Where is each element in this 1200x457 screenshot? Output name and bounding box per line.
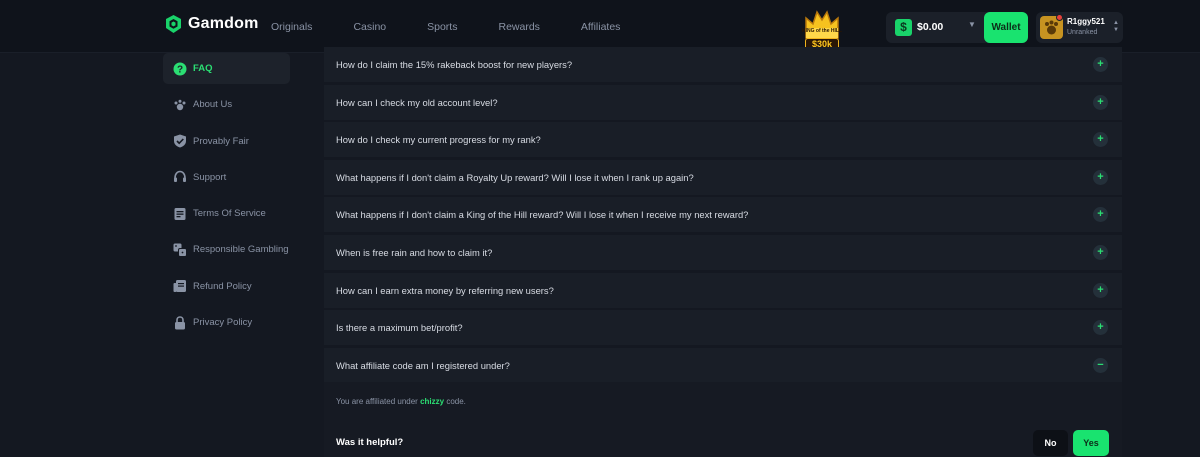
faq-item[interactable]: What happens if I don't claim a Royalty …	[324, 159, 1122, 195]
faq-question: How can I earn extra money by referring …	[336, 284, 554, 296]
sidebar-item-privacy-policy[interactable]: Privacy Policy	[163, 307, 290, 338]
faq-question: Is there a maximum bet/profit?	[336, 322, 463, 334]
plus-icon[interactable]: +	[1093, 320, 1108, 336]
question-circle-icon: ?	[173, 62, 187, 76]
username: R1ggy521	[1067, 17, 1105, 26]
user-rank: Unranked	[1067, 29, 1098, 36]
affiliate-code: chizzy	[420, 397, 445, 406]
promo-label: KING of the HILL	[802, 28, 842, 34]
faq-question: When is free rain and how to claim it?	[336, 246, 493, 258]
faq-item[interactable]: What happens if I don't claim a King of …	[324, 197, 1122, 233]
brand-logo[interactable]: Gamdom	[166, 15, 259, 33]
chevron-down-icon[interactable]: ▼	[968, 20, 976, 29]
answer-text: You are affiliated under chizzy code.	[336, 397, 466, 406]
nav-originals[interactable]: Originals	[271, 21, 312, 33]
faq-question: What happens if I don't claim a King of …	[336, 209, 749, 221]
plus-icon[interactable]: +	[1093, 169, 1108, 185]
dollar-icon: $	[895, 19, 912, 36]
wallet-button[interactable]: Wallet	[984, 12, 1028, 43]
sidebar-item-terms-of-service[interactable]: Terms Of Service	[163, 198, 290, 229]
sidebar-item-about-us[interactable]: About Us	[163, 89, 290, 120]
faq-question: What affiliate code am I registered unde…	[336, 359, 510, 371]
helpful-label: Was it helpful?	[336, 437, 404, 448]
nav-sports[interactable]: Sports	[427, 21, 457, 33]
sidebar-item-label: Privacy Policy	[193, 317, 253, 329]
gamdom-logo-icon	[166, 15, 181, 33]
lock-icon	[173, 315, 187, 330]
user-menu[interactable]: R1ggy521 Unranked ▲ ▼	[1036, 12, 1123, 43]
document-icon	[173, 207, 187, 221]
sidebar-item-provably-fair[interactable]: Provably Fair	[163, 126, 290, 157]
sidebar-item-label: FAQ	[193, 63, 213, 74]
plus-icon[interactable]: +	[1093, 282, 1108, 298]
faq-question: What happens if I don't claim a Royalty …	[336, 171, 694, 183]
headset-icon	[173, 170, 187, 184]
faq-item[interactable]: How can I check my old account level? +	[324, 84, 1122, 120]
answer-suffix: code.	[446, 397, 466, 406]
faq-item-expanded[interactable]: What affiliate code am I registered unde…	[324, 347, 1122, 383]
sidebar-item-label: Support	[193, 171, 227, 183]
plus-icon[interactable]: +	[1093, 132, 1108, 148]
dice-icon	[173, 243, 187, 257]
helpful-button[interactable]: Yes	[1073, 430, 1109, 456]
faq-list: How do I claim the 15% rakeback boost fo…	[324, 47, 1122, 385]
brand-name: Gamdom	[188, 15, 259, 32]
sidebar-item-faq[interactable]: ? FAQ	[163, 53, 290, 84]
sidebar-item-label: Responsible Gambling	[193, 244, 289, 256]
king-of-the-hill-promo[interactable]: KING of the HILL $30k	[801, 8, 843, 50]
minus-icon[interactable]: −	[1093, 357, 1108, 373]
balance-amount: $0.00	[917, 21, 944, 33]
notification-dot	[1056, 14, 1063, 21]
help-sidebar: ? FAQ About Us Provably Fair Support Ter…	[163, 53, 290, 343]
answer-prefix: You are affiliated under	[336, 397, 418, 406]
nav-rewards[interactable]: Rewards	[498, 21, 539, 33]
sidebar-item-label: Refund Policy	[193, 280, 252, 292]
sidebar-item-support[interactable]: Support	[163, 162, 290, 193]
faq-item[interactable]: How can I earn extra money by referring …	[324, 272, 1122, 308]
crown-icon	[805, 10, 839, 39]
faq-answer: You are affiliated under chizzy code. Wa…	[324, 382, 1122, 457]
wallet-balance-box[interactable]: $ $0.00 ▼ Wallet	[886, 12, 1028, 43]
faq-item[interactable]: Is there a maximum bet/profit? +	[324, 310, 1122, 346]
faq-item[interactable]: When is free rain and how to claim it? +	[324, 234, 1122, 270]
paw-icon	[173, 98, 187, 112]
main-nav: Originals Casino Sports Rewards Affiliat…	[271, 0, 661, 53]
top-bar: Gamdom Originals Casino Sports Rewards A…	[0, 0, 1200, 53]
faq-question: How do I claim the 15% rakeback boost fo…	[336, 59, 573, 70]
plus-icon[interactable]: +	[1093, 244, 1108, 260]
sidebar-item-refund-policy[interactable]: Refund Policy	[163, 271, 290, 302]
nav-affiliates[interactable]: Affiliates	[581, 21, 621, 33]
plus-icon[interactable]: +	[1093, 94, 1108, 110]
faq-question: How can I check my old account level?	[336, 96, 498, 108]
nav-casino[interactable]: Casino	[353, 21, 386, 33]
sidebar-item-label: About Us	[193, 99, 233, 111]
faq-item[interactable]: How do I check my current progress for m…	[324, 122, 1122, 158]
svg-text:?: ?	[177, 64, 183, 75]
sidebar-item-responsible-gambling[interactable]: Responsible Gambling	[163, 234, 290, 265]
shield-check-icon	[173, 134, 187, 148]
receipt-icon	[173, 279, 187, 293]
faq-item[interactable]: How do I claim the 15% rakeback boost fo…	[324, 47, 1122, 82]
faq-question: How do I check my current progress for m…	[336, 134, 541, 146]
plus-icon[interactable]: +	[1093, 207, 1108, 223]
sidebar-item-label: Terms Of Service	[193, 208, 266, 220]
sidebar-item-label: Provably Fair	[193, 135, 249, 147]
sort-caret-icon[interactable]: ▲ ▼	[1113, 20, 1119, 34]
not-helpful-button[interactable]: No	[1033, 430, 1068, 456]
plus-icon[interactable]: +	[1093, 57, 1108, 72]
